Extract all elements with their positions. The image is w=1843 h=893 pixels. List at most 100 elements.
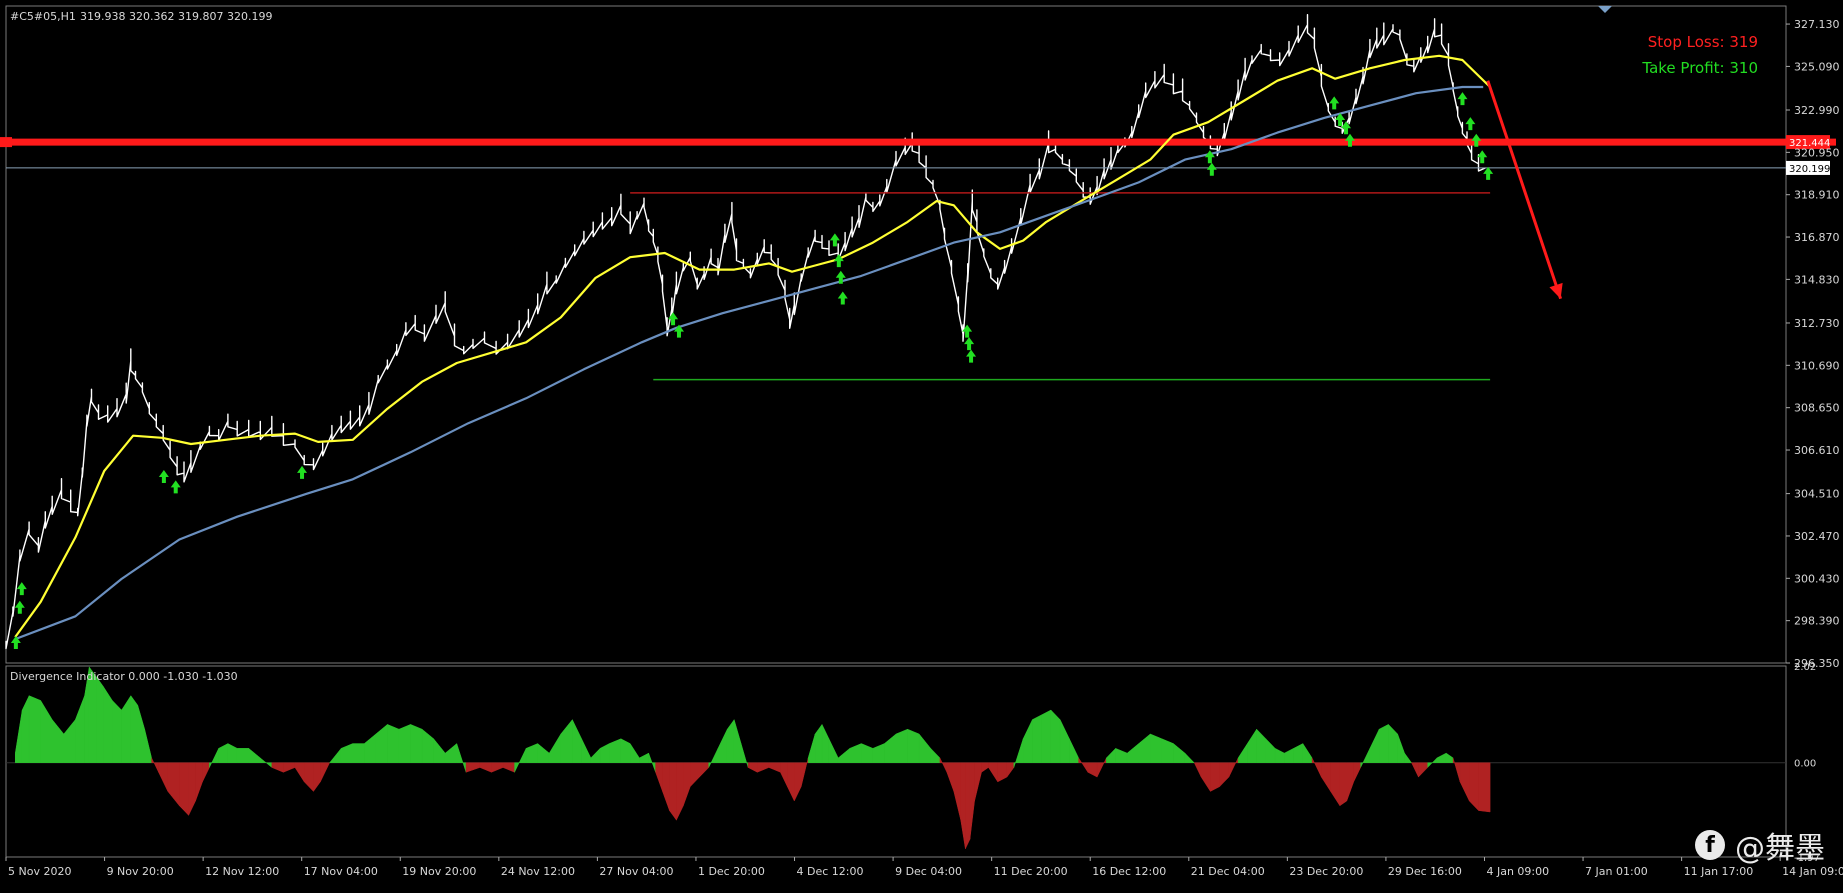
indicator-bar xyxy=(1256,728,1267,763)
indicator-bar xyxy=(209,748,219,768)
indicator-bar xyxy=(1302,742,1313,763)
buy-arrow-icon xyxy=(1457,92,1468,106)
panel-frames xyxy=(5,5,1787,858)
indicator-bar xyxy=(320,762,331,782)
time-axis-label: 21 Dec 04:00 xyxy=(1191,865,1265,878)
indicator-bar xyxy=(669,762,677,821)
price-axis-label: 318.910 xyxy=(1794,189,1840,202)
indicator-bar xyxy=(151,757,159,773)
indicator-bar xyxy=(690,762,700,788)
indicator-bar xyxy=(1378,723,1389,763)
price-axis-label: 327.130 xyxy=(1794,18,1840,31)
price-series xyxy=(5,14,1486,650)
indicator-bar xyxy=(662,762,670,811)
indicator-bar xyxy=(1265,738,1276,763)
indicator-bar xyxy=(303,762,314,793)
indicator-bar xyxy=(969,762,975,840)
time-axis-label: 17 Nov 04:00 xyxy=(304,865,378,878)
price-axis-label: 298.390 xyxy=(1794,615,1840,628)
buy-arrow-icon xyxy=(837,291,848,305)
indicator-bar xyxy=(1184,752,1195,763)
indicator-bar xyxy=(502,762,515,773)
indicator-bar xyxy=(137,705,145,763)
indicator-axis-label: 2.02 xyxy=(1794,662,1816,673)
indicator-bar xyxy=(1115,747,1128,763)
indicator-bar xyxy=(340,743,354,763)
indicator-bar xyxy=(375,723,388,763)
indicator-bar xyxy=(410,724,423,763)
shift-marker-icon[interactable] xyxy=(1598,6,1612,13)
indicator-bar xyxy=(872,743,885,763)
indicator-bar xyxy=(1059,719,1070,763)
chart-symbol: #C5#05,H1 xyxy=(10,10,76,23)
buy-arrow-icon xyxy=(297,465,308,479)
indicator-bar xyxy=(780,762,788,787)
indicator-bar xyxy=(28,695,41,763)
indicator-bar xyxy=(1284,747,1294,763)
time-axis-label: 29 Dec 16:00 xyxy=(1388,865,1462,878)
price-axis-label: 314.830 xyxy=(1794,273,1840,286)
indicator-bar xyxy=(1106,747,1116,763)
indicator-bar xyxy=(930,747,941,763)
indicator-bar xyxy=(988,762,998,783)
buy-signals xyxy=(10,92,1494,650)
indicator-bar xyxy=(1427,757,1438,769)
indicator-bar xyxy=(699,762,710,778)
indicator-bar xyxy=(260,757,273,769)
buy-arrow-icon xyxy=(14,600,25,614)
indicator-bar xyxy=(676,762,684,821)
projection-arrow-line xyxy=(1486,80,1563,300)
indicator-bar xyxy=(1478,762,1491,813)
indicator-bar xyxy=(421,728,434,763)
time-axis-label: 16 Dec 12:00 xyxy=(1092,865,1166,878)
indicator-bar xyxy=(95,675,104,763)
indicator-bar xyxy=(1469,762,1479,812)
indicator-bar xyxy=(236,748,249,763)
indicator-bar xyxy=(960,762,966,849)
watermark-text: @舞墨 xyxy=(1735,831,1825,866)
indicator-bar xyxy=(329,747,342,763)
indicator-bar xyxy=(112,699,122,763)
indicator-bar xyxy=(1436,752,1447,763)
indicator-bar xyxy=(1452,757,1461,782)
indicator-bar xyxy=(965,762,971,849)
indicator-bar xyxy=(158,762,169,792)
price-axis-label: 325.090 xyxy=(1794,60,1840,73)
indicator-bar xyxy=(14,710,23,763)
indicator-bar xyxy=(465,762,481,773)
indicator-bar xyxy=(444,743,458,763)
projection-arrow xyxy=(1486,80,1563,300)
indicator-bar xyxy=(1404,752,1412,763)
indicator-bar xyxy=(1150,733,1163,763)
indicator-bar xyxy=(821,724,830,763)
trading-chart: 321.444 320.199 327.130 325.090 322.990 320.… xyxy=(0,0,1843,889)
indicator-bar xyxy=(352,743,365,763)
indicator-bar xyxy=(572,719,582,763)
indicator-bar xyxy=(188,762,196,816)
horizontal-levels: 321.444320.199 xyxy=(0,135,1836,381)
indicator-bar xyxy=(953,762,961,821)
buy-arrow-icon xyxy=(966,349,977,363)
indicator-bar xyxy=(218,743,229,763)
indicator-bar xyxy=(130,694,139,763)
price-axis-label: 306.610 xyxy=(1794,444,1840,457)
time-axis-label: 1 Dec 20:00 xyxy=(698,865,765,878)
indicator-bar xyxy=(1411,762,1419,778)
indicator-bar xyxy=(683,762,691,806)
indicator-bar xyxy=(733,719,742,763)
indicator-bar xyxy=(768,762,781,773)
indicator-bar xyxy=(21,695,30,763)
indicator-bar xyxy=(1330,762,1341,807)
indicator-bar xyxy=(313,762,321,793)
indicator-bar xyxy=(479,762,492,773)
indicator-bar xyxy=(1353,762,1361,782)
indicator-bar xyxy=(1006,762,1015,778)
indicator-bar xyxy=(740,743,749,768)
indicator-bar xyxy=(1346,762,1354,802)
time-axis-label: 11 Dec 20:00 xyxy=(994,865,1068,878)
indicator-bar xyxy=(747,762,758,773)
indicator-bar xyxy=(514,748,527,773)
indicator-bar xyxy=(1360,748,1371,768)
indicator-bar xyxy=(939,757,948,773)
buy-arrow-icon xyxy=(1329,96,1340,110)
